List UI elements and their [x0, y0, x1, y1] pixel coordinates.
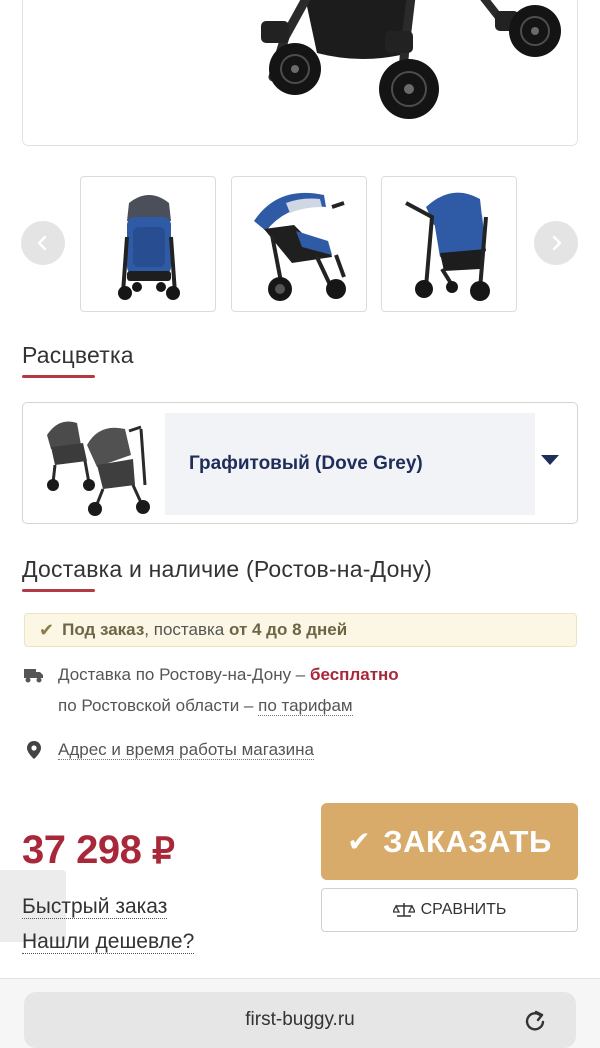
availability-middle: , поставка [144, 620, 229, 639]
store-address-link[interactable]: Адрес и время работы магазина [58, 740, 314, 760]
region-delivery-text: по Ростовской области – [58, 696, 259, 715]
stroller-front-thumbnail [118, 195, 180, 300]
availability-period: от 4 до 8 дней [228, 620, 348, 639]
thumbnail-1[interactable] [80, 176, 216, 312]
chevron-left-icon [37, 235, 47, 251]
availability-status: Под заказ [62, 620, 145, 639]
order-button[interactable]: ✔ ЗАКАЗАТЬ [321, 803, 578, 880]
color-section-title: Расцветка [22, 342, 134, 368]
chevron-right-icon [552, 235, 562, 251]
tariffs-link[interactable]: по тарифам [258, 696, 353, 716]
availability-badge: ✔ Под заказ , поставка от 4 до 8 дней [24, 613, 577, 647]
selected-color-label: Графитовый (Dove Grey) [189, 453, 423, 474]
price-currency: ₽ [151, 830, 175, 871]
city-delivery-line: Доставка по Ростову-на-Дону – бесплатно [58, 665, 399, 685]
city-delivery-price: бесплатно [309, 665, 399, 684]
url-text: first-buggy.ru [245, 1009, 355, 1030]
location-pin-icon [27, 741, 41, 759]
stroller-photo [261, 0, 561, 119]
checkmark-icon: ✔ [39, 619, 55, 640]
quick-order-line: Быстрый заказ [22, 895, 168, 919]
scales-icon [392, 903, 415, 917]
title-underline [22, 375, 95, 378]
carousel-prev-button[interactable] [21, 221, 65, 265]
price-value: 37 298 [22, 828, 142, 872]
thumbnail-3[interactable] [381, 176, 517, 312]
compare-button-label: СРАВНИТЬ [420, 901, 507, 918]
quick-order-link[interactable]: Быстрый заказ [22, 895, 168, 919]
found-cheaper-link[interactable]: Нашли дешевле? [22, 930, 195, 954]
found-cheaper-line: Нашли дешевле? [22, 930, 195, 954]
carousel-next-button[interactable] [534, 221, 578, 265]
checkmark-icon: ✔ [347, 826, 372, 857]
order-button-label: ЗАКАЗАТЬ [383, 823, 552, 859]
product-price: 37 298 ₽ [22, 828, 175, 873]
product-main-image[interactable] [22, 0, 578, 146]
stroller-angle-thumbnail [405, 192, 490, 301]
stroller-side-thumbnail [254, 192, 346, 301]
delivery-section-title: Доставка и наличие (Ростов-на-Дону) [22, 556, 433, 582]
chevron-down-icon[interactable] [541, 455, 559, 465]
title-underline [22, 589, 95, 592]
thumbnail-2[interactable] [231, 176, 367, 312]
truck-icon [24, 669, 43, 683]
store-info-line: Адрес и время работы магазина [58, 740, 314, 760]
color-select-value-area[interactable]: Графитовый (Dove Grey) [165, 413, 535, 515]
address-bar[interactable]: first-buggy.ru [24, 992, 576, 1048]
color-select[interactable]: Графитовый (Dove Grey) [22, 402, 578, 524]
stroller-grey-swatch [47, 421, 150, 516]
compare-button[interactable]: СРАВНИТЬ [321, 888, 578, 932]
region-delivery-line: по Ростовской области – по тарифам [58, 696, 353, 716]
reload-icon[interactable] [522, 1008, 548, 1034]
city-delivery-text: Доставка по Ростову-на-Дону – [58, 665, 310, 684]
